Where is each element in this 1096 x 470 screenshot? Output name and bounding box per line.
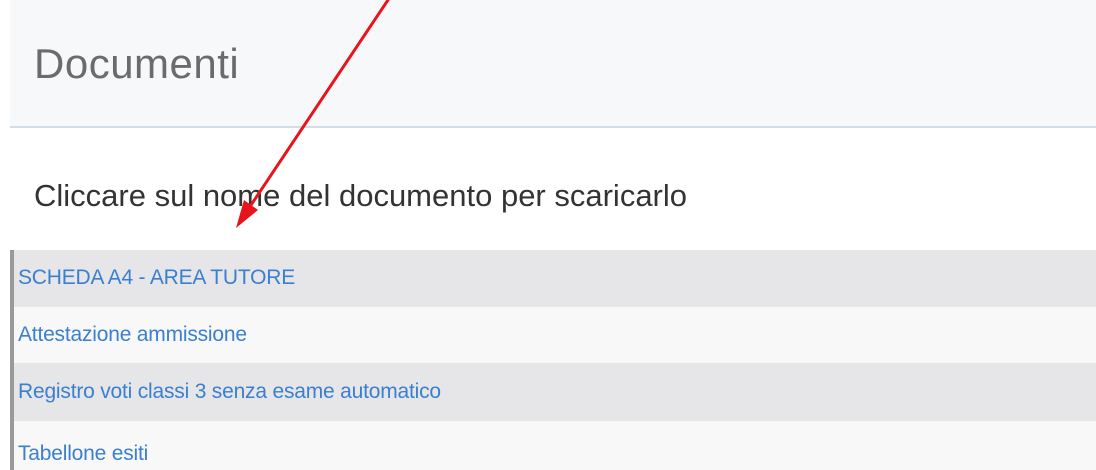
document-row: Tabellone esiti <box>14 421 1096 470</box>
page-title: Documenti <box>34 40 240 87</box>
document-list: SCHEDA A4 - AREA TUTORE Attestazione amm… <box>10 250 1096 470</box>
document-link-tabellone-esiti[interactable]: Tabellone esiti <box>18 442 148 466</box>
document-link-scheda-a4[interactable]: SCHEDA A4 - AREA TUTORE <box>18 266 295 290</box>
document-link-registro-voti[interactable]: Registro voti classi 3 senza esame autom… <box>18 380 441 404</box>
instruction-text: Cliccare sul nome del documento per scar… <box>34 178 688 213</box>
documents-page: Documenti Cliccare sul nome del document… <box>0 0 1096 470</box>
panel-header: Documenti <box>10 0 1096 128</box>
document-link-attestazione-ammissione[interactable]: Attestazione ammissione <box>18 323 247 347</box>
document-row: SCHEDA A4 - AREA TUTORE <box>14 250 1096 307</box>
document-row: Attestazione ammissione <box>14 307 1096 364</box>
document-row: Registro voti classi 3 senza esame autom… <box>14 364 1096 421</box>
